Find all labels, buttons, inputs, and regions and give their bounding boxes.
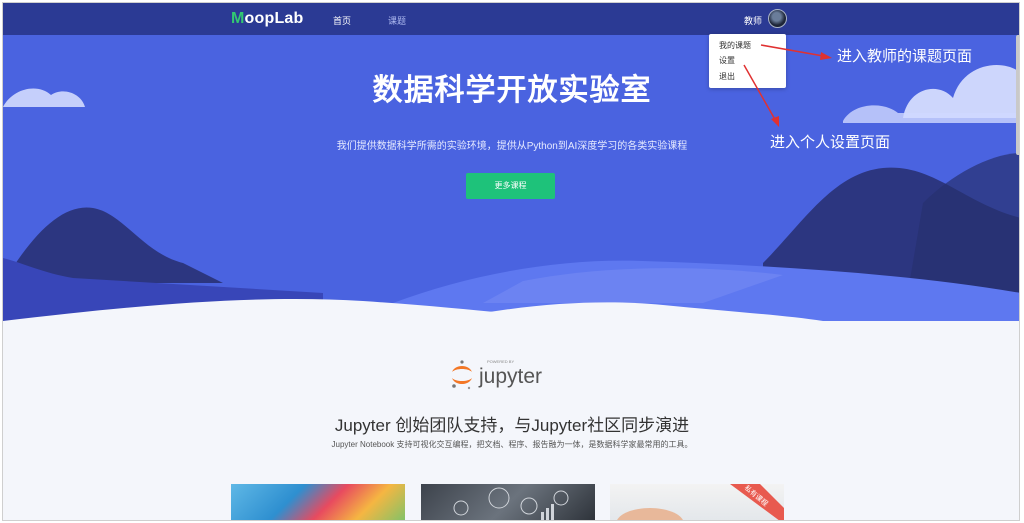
course-card-3[interactable]: 私有课程 bbox=[610, 484, 784, 520]
top-navbar: MoopLab 首页 课题 教师 bbox=[3, 3, 1019, 35]
svg-text:POWERED BY: POWERED BY bbox=[487, 359, 514, 364]
app-logo[interactable]: MoopLab bbox=[231, 10, 304, 28]
svg-text:jupyter: jupyter bbox=[478, 365, 542, 388]
nav-home[interactable]: 首页 bbox=[333, 14, 351, 27]
annotation-settings: 进入个人设置页面 bbox=[770, 135, 891, 151]
jupyter-section-title: Jupyter 创始团队支持，与Jupyter社区同步演进 bbox=[334, 416, 690, 435]
hero-title: 数据科学开放实验室 bbox=[372, 74, 652, 107]
course-card-1[interactable] bbox=[231, 484, 405, 520]
browser-viewport: MoopLab 首页 课题 教师 我的课题 设置 退出 数据科学开放实验室 我们… bbox=[2, 2, 1020, 521]
hero-banner: MoopLab 首页 课题 教师 我的课题 设置 退出 数据科学开放实验室 我们… bbox=[3, 3, 1019, 321]
page-scrollbar[interactable] bbox=[1016, 35, 1019, 155]
annotation-topics: 进入教师的课题页面 bbox=[837, 49, 973, 65]
jupyter-logo: POWERED BY jupyter bbox=[452, 359, 542, 390]
user-role-label[interactable]: 教师 bbox=[744, 14, 762, 27]
jupyter-section-description: Jupyter Notebook 支持可视化交互编程，把文档、程序、报告融为一体… bbox=[331, 440, 693, 449]
health-icons-graphic bbox=[453, 487, 569, 520]
course-card-2[interactable] bbox=[421, 484, 595, 520]
user-avatar[interactable] bbox=[768, 9, 787, 28]
menu-item-my-topics[interactable]: 我的课题 bbox=[719, 40, 751, 51]
more-courses-button[interactable]: 更多课程 bbox=[466, 173, 555, 199]
nav-topics[interactable]: 课题 bbox=[388, 14, 406, 27]
